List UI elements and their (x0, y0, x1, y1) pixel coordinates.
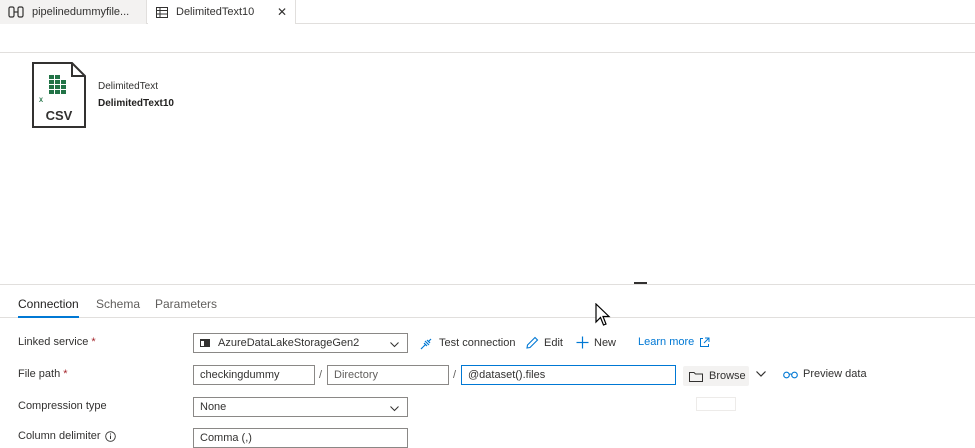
tab-parameters[interactable]: Parameters (155, 297, 217, 311)
csv-file-icon[interactable]: X CSV (32, 62, 86, 133)
storage-icon (200, 339, 210, 347)
container-input[interactable]: checkingdummy (193, 365, 315, 385)
learn-more-label: Learn more (638, 336, 695, 348)
properties-tabs: Connection Schema Parameters (0, 285, 975, 318)
csv-icon-label: CSV (46, 108, 73, 123)
compression-type-select[interactable]: None (193, 397, 408, 417)
mouse-cursor-icon (595, 302, 611, 332)
chevron-down-icon (390, 403, 399, 415)
path-separator: / (453, 369, 457, 381)
properties-panel: Connection Schema Parameters Linked serv… (0, 284, 975, 448)
folder-icon (689, 371, 703, 382)
edit-button[interactable]: Edit (525, 336, 563, 350)
pencil-icon (525, 336, 539, 350)
external-link-icon (699, 337, 710, 348)
linked-service-label: Linked service * (18, 336, 96, 348)
new-label: New (594, 336, 617, 349)
column-delimiter-select[interactable]: Comma (,) (193, 428, 408, 448)
directory-input[interactable]: Directory (327, 365, 449, 385)
tooltip-ghost (696, 397, 736, 411)
browse-button[interactable]: Browse (683, 366, 749, 386)
column-delimiter-label: Column delimiter (18, 430, 116, 442)
tab-dataset[interactable]: DelimitedText10 ✕ (148, 0, 296, 24)
dataset-canvas: X CSV DelimitedText DelimitedText10 (0, 54, 975, 283)
new-button[interactable]: New (576, 336, 616, 349)
editor-tab-bar: pipelinedummyfile... DelimitedText10 ✕ (0, 0, 975, 24)
table-icon (156, 6, 168, 18)
plug-icon (420, 336, 434, 350)
dataset-type: DelimitedText (98, 81, 159, 92)
tab-dataset-label: DelimitedText10 (176, 6, 255, 18)
svg-text:X: X (39, 98, 43, 104)
compression-type-label: Compression type (18, 400, 107, 412)
linked-service-value: AzureDataLakeStorageGen2 (218, 337, 360, 349)
pipeline-icon (8, 6, 24, 18)
plus-icon (576, 336, 589, 349)
preview-data-label: Preview data (803, 368, 867, 380)
file-path-label: File path * (18, 368, 68, 380)
preview-data-button[interactable]: Preview data (783, 368, 867, 380)
glasses-icon (783, 370, 798, 379)
browse-dropdown-button[interactable] (756, 371, 766, 377)
dataset-name: DelimitedText10 (98, 98, 174, 109)
linked-service-select[interactable]: AzureDataLakeStorageGen2 (193, 333, 408, 353)
tab-schema[interactable]: Schema (96, 297, 140, 311)
path-separator: / (319, 369, 323, 381)
tab-connection[interactable]: Connection (18, 297, 79, 318)
column-delimiter-value: Comma (,) (200, 432, 252, 444)
browse-label: Browse (709, 370, 746, 382)
toolbar-area (0, 25, 975, 53)
learn-more-link[interactable]: Learn more (638, 336, 710, 348)
compression-type-value: None (200, 401, 227, 413)
test-connection-label: Test connection (439, 337, 516, 349)
info-icon[interactable] (104, 430, 116, 442)
chevron-down-icon (756, 371, 766, 377)
close-icon[interactable]: ✕ (275, 5, 289, 19)
tab-pipeline-label: pipelinedummyfile... (32, 6, 130, 18)
file-name-input[interactable]: @dataset().files (461, 365, 676, 385)
chevron-down-icon (390, 339, 399, 351)
edit-label: Edit (544, 337, 563, 349)
test-connection-button[interactable]: Test connection (420, 336, 515, 350)
tab-pipeline[interactable]: pipelinedummyfile... (0, 0, 147, 24)
